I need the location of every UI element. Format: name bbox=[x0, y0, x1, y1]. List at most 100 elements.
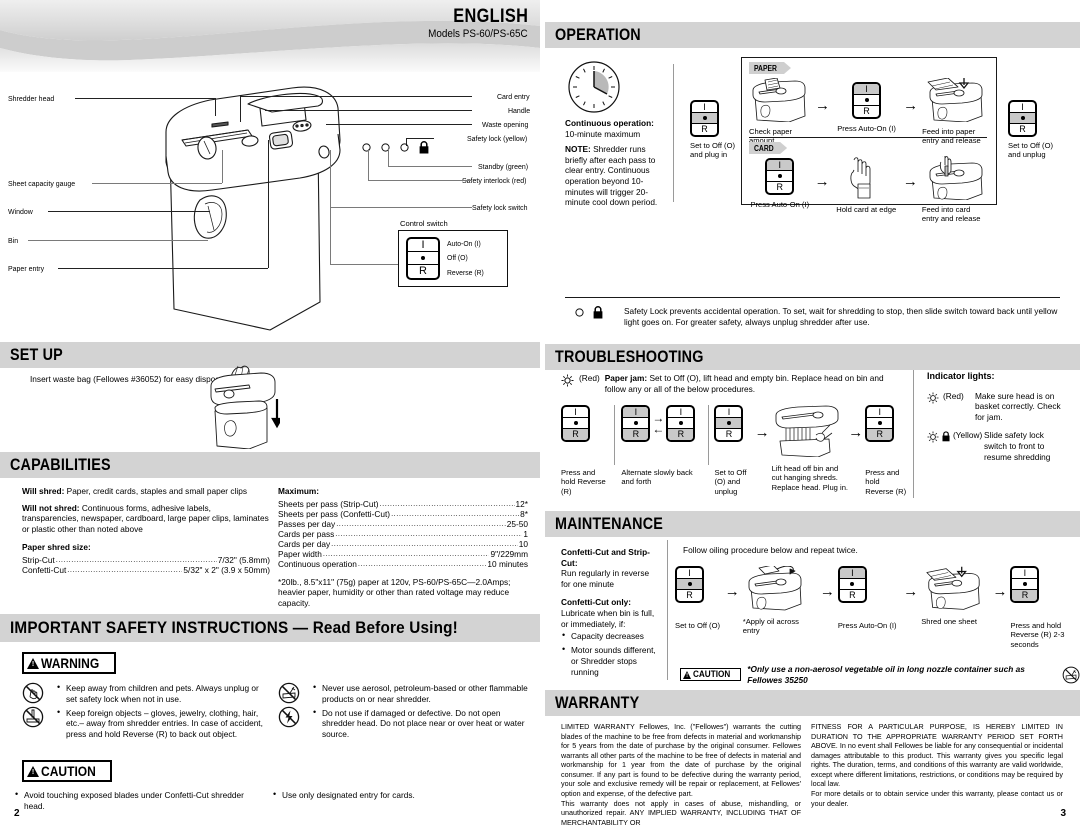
maximum-label: Maximum: bbox=[278, 486, 320, 496]
operation-note: NOTE: Shredder runs briefly after each p… bbox=[565, 144, 670, 208]
section-header-operation: OPERATION bbox=[545, 22, 1080, 48]
leader-dots: ........................................… bbox=[55, 555, 217, 565]
indicator-led-row bbox=[362, 141, 429, 154]
warranty-paragraph: FITNESS FOR A PARTICULAR PURPOSE, IS HER… bbox=[811, 722, 1063, 789]
ts-step-5: IR Press and hold Reverse (R) bbox=[865, 405, 909, 496]
section-header-warranty: WARRANTY bbox=[545, 690, 1080, 716]
paper-step-3: Feed into paper entry and release bbox=[922, 77, 989, 146]
callout-line bbox=[388, 149, 389, 166]
warning-list-right: Never use aerosol, petroleum-based or ot… bbox=[312, 682, 528, 743]
warranty-right-column: FITNESS FOR A PARTICULAR PURPOSE, IS HER… bbox=[811, 722, 1063, 808]
step-caption: Press Auto-On (I) bbox=[750, 200, 810, 209]
ts-step-2: IR → ← IR Alternate slowly back and forth bbox=[621, 405, 701, 487]
maximum-row: Cards per pass..........................… bbox=[278, 528, 528, 539]
callout-standby-green: Standby (green) bbox=[477, 162, 528, 171]
callout-line bbox=[58, 268, 268, 269]
maintenance-intro: Follow oiling procedure below and repeat… bbox=[683, 545, 858, 555]
vertical-divider bbox=[667, 540, 668, 680]
card-step-2: Hold card at edge bbox=[834, 156, 899, 214]
maximum-row: Sheets per pass (Strip-Cut).............… bbox=[278, 498, 528, 509]
maintenance-title-2: Confetti-Cut only: bbox=[561, 597, 632, 608]
continuous-operation-value: 10-minute maximum bbox=[565, 128, 641, 139]
note-label: NOTE: bbox=[565, 144, 591, 155]
mt-step-3: IR Press Auto-On (I) bbox=[837, 566, 900, 630]
vertical-divider bbox=[673, 64, 674, 202]
step-caption: Hold card at edge bbox=[836, 205, 897, 214]
switch-auto-on-glyph[interactable]: IR bbox=[837, 566, 867, 603]
callout-shredder-head: Shredder head bbox=[8, 94, 55, 103]
leader-dots: ........................................… bbox=[335, 528, 522, 538]
caution-badge: CAUTION bbox=[22, 760, 112, 782]
switch-reverse-glyph[interactable]: IR bbox=[561, 405, 590, 442]
check-paper-amount-icon bbox=[752, 77, 806, 123]
switch-off-glyph[interactable]: IR bbox=[690, 100, 719, 137]
list-item: Do not use if damaged or defective. Do n… bbox=[312, 707, 528, 740]
apply-oil-icon bbox=[748, 564, 802, 611]
leader-dots: ........................................… bbox=[331, 538, 518, 548]
feed-paper-entry-icon bbox=[927, 77, 983, 123]
indicator-text: Make sure head is on basket correctly. C… bbox=[975, 390, 1061, 422]
vertical-divider bbox=[913, 370, 914, 498]
will-shred-text: Paper, credit cards, staples and small p… bbox=[66, 486, 247, 496]
lift-head-cut-shreds-icon bbox=[775, 397, 839, 458]
switch-auto-on-glyph[interactable]: IR bbox=[852, 82, 882, 119]
card-step-3: Feed into card entry and release bbox=[922, 154, 989, 224]
callout-handle: Handle bbox=[507, 106, 531, 115]
arrow-right-icon: → bbox=[814, 173, 830, 190]
paper-jam-row: (Red) Paper jam: Set to Off (O), lift he… bbox=[561, 373, 906, 394]
callout-safety-lock-switch: Safety lock switch bbox=[471, 203, 528, 212]
section-header-troubleshooting: TROUBLESHOOTING bbox=[545, 344, 1080, 370]
indicator-light-icon bbox=[561, 374, 574, 387]
capabilities-left-column: Will shred: Paper, credit cards, staples… bbox=[22, 486, 270, 575]
switch-reverse-glyph[interactable]: IR bbox=[865, 405, 895, 442]
switch-off-glyph[interactable]: IR bbox=[1008, 100, 1037, 137]
switch-off-glyph[interactable]: IR bbox=[675, 566, 704, 603]
leader-dots: ........................................… bbox=[67, 565, 182, 575]
step-caption: Set to Off (O) and unplug bbox=[714, 468, 747, 496]
section-header-safety: IMPORTANT SAFETY INSTRUCTIONS — Read Bef… bbox=[0, 614, 540, 642]
caution-list-right: Use only designated entry for cards. bbox=[272, 789, 522, 804]
shred-one-sheet-icon bbox=[926, 566, 980, 610]
callout-safety-interlock-red: Safety interlock (red) bbox=[461, 176, 527, 185]
callout-line bbox=[265, 110, 472, 111]
switch-auto-on-glyph[interactable]: IR bbox=[621, 405, 651, 442]
page-number-left: 2 bbox=[14, 808, 20, 819]
safety-lock-note-text: Safety Lock prevents accidental operatio… bbox=[624, 306, 1058, 327]
vertical-divider bbox=[614, 405, 616, 465]
callout-sheet-capacity-gauge: Sheet capacity gauge bbox=[8, 179, 76, 188]
clock-icon bbox=[568, 61, 620, 113]
paper-shred-size-label: Paper shred size: bbox=[22, 542, 91, 553]
troubleshooting-steps: IR Press and hold Reverse (R) IR → ← IR A… bbox=[561, 397, 909, 496]
callout-card-entry: Card entry bbox=[496, 92, 530, 101]
leader-dots: ........................................… bbox=[336, 518, 506, 528]
maintenance-left-column: Confetti-Cut and Strip-Cut: Run regularl… bbox=[561, 547, 661, 680]
switch-reverse-glyph[interactable]: IR bbox=[666, 405, 696, 442]
leader-dots: ........................................… bbox=[357, 558, 487, 568]
control-switch-box: I R Auto-On (I) Off (O) Reverse (R) bbox=[398, 230, 508, 287]
ts-step-4: Lift head off bin and cut hanging shreds… bbox=[771, 397, 849, 492]
warranty-paragraph: For more details or to obtain service un… bbox=[811, 789, 1063, 808]
operation-end-step: IR Set to Off (O) and unplug bbox=[1008, 100, 1070, 160]
maximum-row: Paper width.............................… bbox=[278, 548, 528, 559]
callout-line bbox=[368, 180, 472, 181]
control-switch-glyph[interactable]: I R bbox=[406, 237, 440, 280]
paper-step-row: Check paper amount → IR Press Auto-On (I… bbox=[749, 77, 989, 146]
switch-off-glyph[interactable]: IR bbox=[714, 405, 744, 442]
control-switch-legend: Auto-On (I) Off (O) Reverse (R) bbox=[447, 239, 484, 277]
maximum-row: Sheets per pass (Confetti-Cut)..........… bbox=[278, 508, 528, 519]
safety-lock-note-row: Safety Lock prevents accidental operatio… bbox=[575, 306, 1064, 327]
paper-tag: PAPER bbox=[749, 62, 791, 74]
callout-line bbox=[240, 96, 241, 122]
switch-auto-on-glyph[interactable]: IR bbox=[765, 158, 795, 195]
section-header-capabilities: CAPABILITIES bbox=[0, 452, 540, 478]
step-caption: Lift head off bin and cut hanging shreds… bbox=[771, 464, 849, 492]
switch-position-off bbox=[408, 252, 438, 265]
setup-text: Insert waste bag (Fellowes #36052) for e… bbox=[30, 374, 229, 384]
callout-waste-opening: Waste opening bbox=[481, 120, 528, 129]
callout-bin: Bin bbox=[8, 236, 19, 245]
switch-reverse-glyph[interactable]: IR bbox=[1010, 566, 1040, 603]
padlock-icon bbox=[593, 306, 603, 319]
led-circle-icon bbox=[362, 143, 371, 152]
callout-window: Window bbox=[8, 207, 33, 216]
will-not-shred-label: Will not shred: bbox=[22, 502, 80, 513]
